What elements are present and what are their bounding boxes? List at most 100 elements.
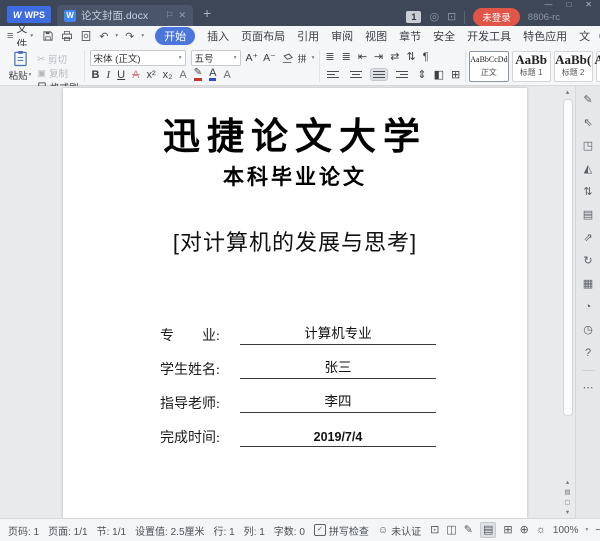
document-page[interactable]: 迅捷论文大学 本科毕业论文 [对计算机的发展与思考] 专 业: 计算机专业 学生… [63,88,527,518]
login-button[interactable]: 未登录 [473,8,520,26]
compass-icon[interactable]: ◔ [585,301,592,313]
bullets-button[interactable]: ≣ [325,50,334,63]
field-value[interactable]: 张三 [240,356,436,379]
tab-close-icon[interactable]: ✕ [178,10,186,21]
browse-object-icon[interactable]: ▤ [564,489,570,496]
print-preview-icon[interactable] [80,30,92,42]
align-left-button[interactable] [325,69,341,80]
line-spacing-button[interactable]: ⇕ [417,68,426,81]
undo-icon[interactable]: ↶ [99,30,108,43]
scrollbar-thumb[interactable] [563,99,573,416]
pin-tab-icon[interactable]: ⚐ [165,10,173,21]
vertical-scrollbar[interactable]: ▴ ▴ ▤ ▢ ▾ [561,88,574,518]
field-value[interactable]: 李四 [240,390,436,413]
font-name-select[interactable]: 宋体 (正文) ▾ [89,50,186,66]
print-icon[interactable] [61,30,73,42]
help-circle-icon[interactable]: ? [585,347,591,359]
sign-icon[interactable]: ✎ [583,94,592,106]
adjust-icon[interactable]: ⇅ [583,186,592,198]
shading-button[interactable]: ◧ [434,68,444,81]
maximize-button[interactable]: □ [566,0,571,10]
character-scale-button[interactable]: ⇄ [390,50,399,63]
page-view-icon[interactable]: ▤ [479,522,497,538]
font-color-button[interactable]: A [209,68,217,81]
new-tab-button[interactable]: + [203,5,211,21]
tab-developer[interactable]: 开发工具 [467,28,511,44]
tab-page-layout[interactable]: 页面布局 [241,28,285,44]
tab-text-truncated[interactable]: 文 [579,28,590,44]
image-edit-icon[interactable]: ▤ [583,209,593,221]
text-effects-button[interactable]: A [179,69,186,81]
style-heading3[interactable]: AaBbC( 标题 3 [594,50,600,82]
superscript-button[interactable]: x² [146,69,155,81]
shapes-icon[interactable]: ◳ [583,140,593,152]
read-view-icon[interactable]: ◫ [446,523,456,537]
tab-insert[interactable]: 插入 [207,28,229,44]
scroll-up-icon[interactable]: ▴ [561,88,574,97]
outline-view-icon[interactable]: ⊞ [503,523,512,537]
show-marks-button[interactable]: ¶ [423,51,429,63]
tab-security[interactable]: 安全 [433,28,455,44]
more-tools-icon[interactable]: ⋯ [583,382,594,394]
align-right-button[interactable] [394,69,410,80]
zoom-level[interactable]: 100% [553,525,579,536]
picture-icon[interactable]: ▦ [583,278,593,290]
justify-button[interactable] [370,68,389,81]
share-icon[interactable]: ⇗ [583,232,592,244]
eye-protect-icon[interactable]: ☼ [536,523,546,537]
next-page-icon[interactable]: ▾ [566,509,569,516]
undo-chevron-icon[interactable]: ▾ [115,33,118,39]
workspace-icon[interactable]: ⊡ [447,11,456,23]
font-size-select[interactable]: 五号 ▾ [190,50,241,66]
document-tab[interactable]: W 论文封面.docx ⚐ ✕ [57,5,193,26]
clear-format-icon[interactable] [281,53,293,64]
character-shading-button[interactable]: A [223,69,230,81]
subscript-button[interactable]: x₂ [163,69,173,81]
underline-button[interactable]: U [117,69,125,81]
bold-button[interactable]: B [92,69,100,81]
tab-references[interactable]: 引用 [297,28,319,44]
numbering-button[interactable]: ≣ [342,50,351,63]
align-center-button[interactable] [348,69,364,80]
zoom-out-button[interactable]: − [595,524,600,536]
save-icon[interactable] [42,30,54,42]
pinyin-guide-button[interactable]: 拼 [298,52,307,65]
refresh-icon[interactable]: ↻ [583,255,592,267]
decrease-indent-button[interactable]: ⇤ [358,50,367,63]
highlight-color-button[interactable]: ✎ [193,68,203,81]
previous-page-icon[interactable]: ▴ [566,479,569,486]
sync-icon[interactable]: ◎ [429,11,439,23]
window-close-button[interactable]: ✕ [585,0,592,10]
field-value[interactable]: 计算机专业 [240,322,436,345]
certification-status[interactable]: ☺ 未认证 [378,523,421,538]
tab-home[interactable]: 开始 [155,27,196,45]
status-word-count[interactable]: 字数: 0 [274,523,305,538]
tab-section[interactable]: 章节 [399,28,421,44]
cut-button[interactable]: ✂ 剪切 [37,52,79,67]
write-mode-icon[interactable]: ✎ [464,523,473,537]
web-view-icon[interactable]: ⊕ [520,523,529,537]
sort-button[interactable]: ⇅ [406,50,415,63]
fullscreen-view-icon[interactable]: ⊡ [430,523,439,537]
style-heading1[interactable]: AaBb 标题 1 [511,50,551,82]
grow-font-button[interactable]: A⁺ [246,52,259,64]
history-icon[interactable]: ◷ [583,324,593,336]
field-value[interactable]: 2019/7/4 [240,430,436,447]
shrink-font-button[interactable]: A⁻ [263,52,276,64]
increase-indent-button[interactable]: ⇥ [374,50,383,63]
style-normal[interactable]: AaBbCcDd 正文 [469,50,509,82]
qat-customize-icon[interactable]: ▾ [141,33,144,39]
tab-special-features[interactable]: 特色应用 [523,28,567,44]
borders-button[interactable]: ⊞ [451,68,460,81]
select-cursor-icon[interactable]: ⇖ [583,117,592,129]
tab-view[interactable]: 视图 [365,28,387,44]
strikethrough-button[interactable]: A [132,69,139,81]
paste-button[interactable]: 粘贴 ▾ [5,49,35,83]
tab-review[interactable]: 审阅 [331,28,353,44]
stamp-icon[interactable]: ◭ [584,163,592,175]
italic-button[interactable]: I [106,69,110,81]
redo-icon[interactable]: ↷ [125,30,134,43]
copy-button[interactable]: ▣ 复制 [37,66,79,81]
spellcheck-toggle[interactable]: ✓ 拼写检查 [313,523,369,538]
style-heading2[interactable]: AaBb( 标题 2 [553,50,593,82]
